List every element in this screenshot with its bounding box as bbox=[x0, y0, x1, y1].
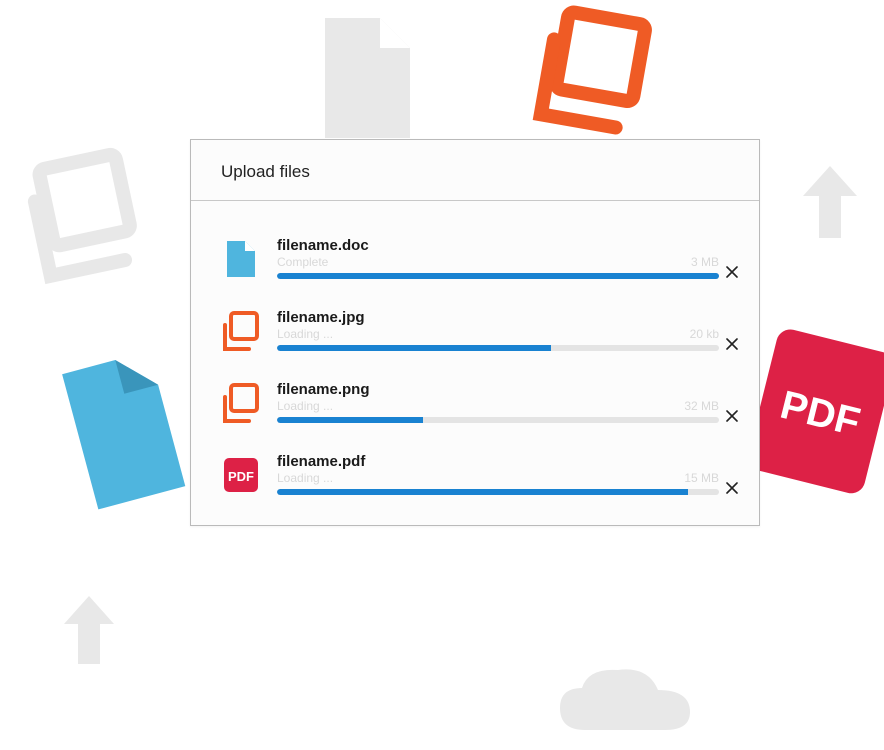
remove-file-button[interactable] bbox=[723, 407, 741, 425]
file-name: filename.pdf bbox=[277, 453, 719, 470]
image-file-icon bbox=[221, 383, 261, 423]
remove-file-button[interactable] bbox=[723, 335, 741, 353]
file-size: 3 MB bbox=[691, 255, 719, 269]
progress-fill bbox=[277, 417, 423, 423]
doc-file-icon bbox=[221, 239, 261, 279]
file-status: Loading ... bbox=[277, 327, 333, 341]
progress-fill bbox=[277, 345, 551, 351]
progress-bar bbox=[277, 489, 719, 495]
file-size: 20 kb bbox=[690, 327, 719, 341]
file-status: Loading ... bbox=[277, 399, 333, 413]
stack-gray-icon bbox=[9, 137, 175, 303]
dialog-title: Upload files bbox=[221, 162, 729, 182]
file-size: 32 MB bbox=[684, 399, 719, 413]
file-name: filename.png bbox=[277, 381, 719, 398]
remove-file-button[interactable] bbox=[723, 479, 741, 497]
file-name: filename.doc bbox=[277, 237, 719, 254]
file-row: PDF filename.pdf Loading ... 15 MB bbox=[221, 453, 719, 495]
image-file-icon bbox=[221, 311, 261, 351]
file-row: filename.doc Complete 3 MB bbox=[221, 237, 719, 279]
progress-bar bbox=[277, 417, 719, 423]
file-size: 15 MB bbox=[684, 471, 719, 485]
progress-bar bbox=[277, 345, 719, 351]
file-status: Loading ... bbox=[277, 471, 333, 485]
progress-bar bbox=[277, 273, 719, 279]
dialog-header: Upload files bbox=[191, 140, 759, 201]
file-list: filename.doc Complete 3 MB bbox=[191, 201, 759, 525]
pdf-file-icon: PDF bbox=[221, 455, 261, 495]
upload-dialog: Upload files filename.doc Complete 3 MB bbox=[190, 139, 760, 526]
file-name: filename.jpg bbox=[277, 309, 719, 326]
remove-file-button[interactable] bbox=[723, 263, 741, 281]
arrow-up-gray-icon bbox=[795, 160, 865, 250]
file-row: filename.jpg Loading ... 20 kb bbox=[221, 309, 719, 351]
arrow-up-gray-small-icon bbox=[56, 590, 122, 676]
file-row: filename.png Loading ... 32 MB bbox=[221, 381, 719, 423]
progress-fill bbox=[277, 489, 688, 495]
stack-orange-icon bbox=[519, 0, 681, 159]
file-status: Complete bbox=[277, 255, 328, 269]
cloud-icon bbox=[540, 660, 710, 750]
svg-text:PDF: PDF bbox=[228, 469, 254, 484]
progress-fill bbox=[277, 273, 719, 279]
file-gray-icon bbox=[290, 0, 440, 160]
